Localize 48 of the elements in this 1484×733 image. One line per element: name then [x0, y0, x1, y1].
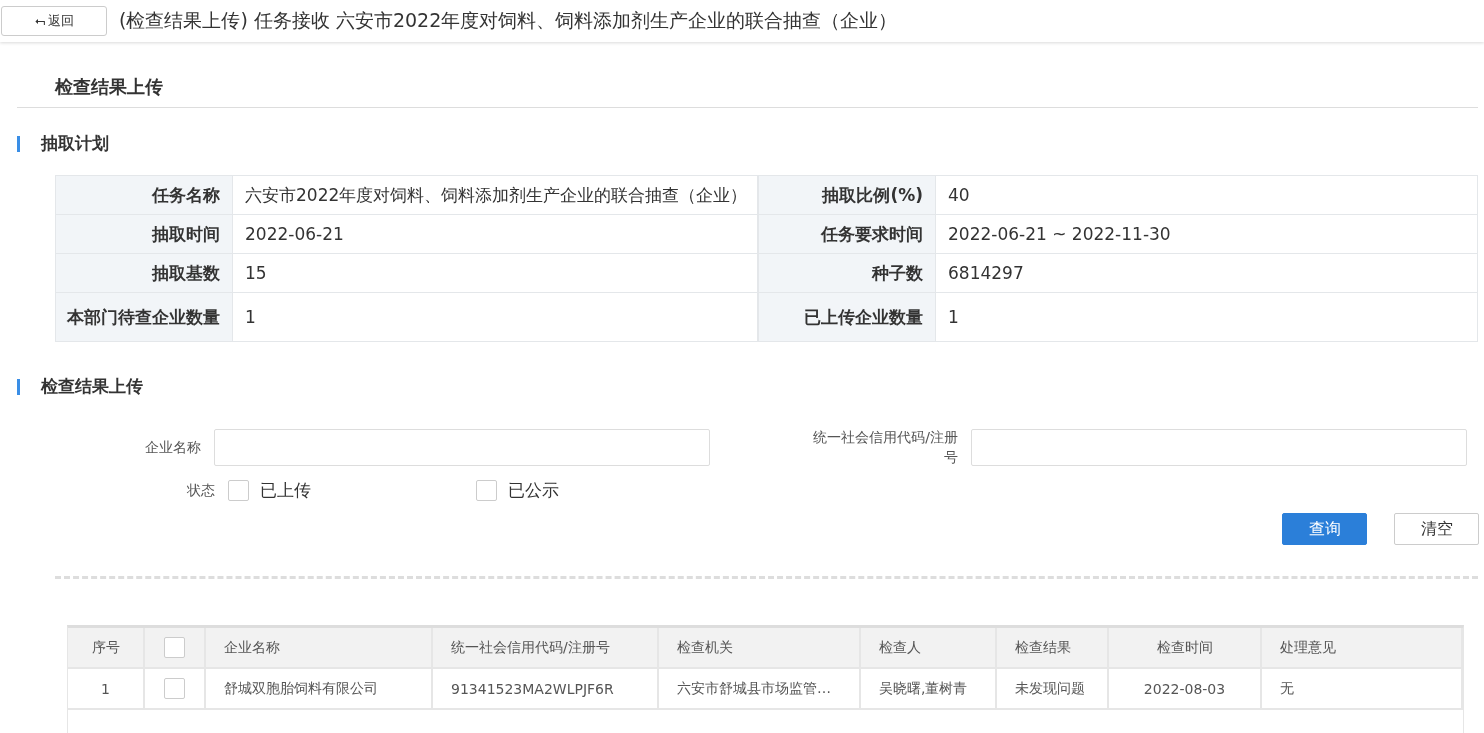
field-label: 统一社会信用代码/注册号: [812, 428, 959, 467]
checkbox-label: 已公示: [508, 479, 559, 503]
field-label: 任务要求时间: [759, 215, 936, 253]
checkbox[interactable]: [164, 678, 185, 700]
column-header: 检查人: [861, 628, 997, 668]
checkbox[interactable]: [476, 480, 497, 502]
field-label: 企业名称: [144, 438, 202, 457]
company-name-field[interactable]: [214, 429, 710, 467]
table-cell: 1: [68, 669, 145, 709]
column-header: 处理意见: [1262, 628, 1463, 668]
search-button[interactable]: 查询: [1282, 513, 1367, 546]
field-label: 种子数: [759, 254, 936, 292]
table-cell: 91341523MA2WLPJF6R: [433, 669, 659, 709]
column-header: 检查机关: [659, 628, 861, 668]
back-button[interactable]: ⮢ 返回: [1, 6, 107, 36]
column-header: 统一社会信用代码/注册号: [433, 628, 659, 668]
column-header: 企业名称: [206, 628, 433, 668]
column-header: 检查结果: [997, 628, 1109, 668]
page-heading: (检查结果上传) 任务接收 六安市2022年度对饲料、饲料添加剂生产企业的联合抽查（企业）: [119, 8, 898, 33]
field-value: 40: [947, 184, 971, 207]
field-label: 已上传企业数量: [759, 293, 936, 341]
field-label: 抽取时间: [56, 215, 233, 253]
field-value: 6814297: [947, 262, 1025, 285]
clear-button[interactable]: 清空: [1394, 513, 1479, 546]
field-label: 任务名称: [56, 176, 233, 214]
table-cell: 六安市舒城县市场监管…: [659, 669, 861, 709]
table-cell: 无: [1262, 669, 1463, 709]
checkbox[interactable]: [228, 480, 249, 502]
field-value: 2022-06-21 ~ 2022-11-30: [947, 223, 1172, 246]
field-value: 1: [947, 306, 960, 329]
checkbox[interactable]: [164, 637, 185, 659]
section-heading: 检查结果上传: [41, 375, 143, 398]
section-title: 检查结果上传: [55, 75, 164, 99]
section-marker: [17, 378, 20, 395]
column-header: 检查时间: [1109, 628, 1262, 668]
field-label: 状态: [186, 481, 216, 500]
column-header: 序号: [68, 628, 145, 668]
field-label: 抽取比例(%): [759, 176, 936, 214]
credit-code-field[interactable]: [971, 429, 1467, 467]
field-label: 抽取基数: [56, 254, 233, 292]
checkbox-label: 已上传: [260, 479, 311, 503]
section-marker: [17, 135, 20, 152]
table-cell: 舒城双胞胎饲料有限公司: [206, 669, 433, 709]
table-cell: 2022-08-03: [1109, 669, 1262, 709]
table-cell: 未发现问题: [997, 669, 1109, 709]
section-heading: 抽取计划: [41, 132, 109, 155]
field-label: 本部门待查企业数量: [56, 293, 233, 341]
table-cell: 吴晓曙,董树青: [861, 669, 997, 709]
